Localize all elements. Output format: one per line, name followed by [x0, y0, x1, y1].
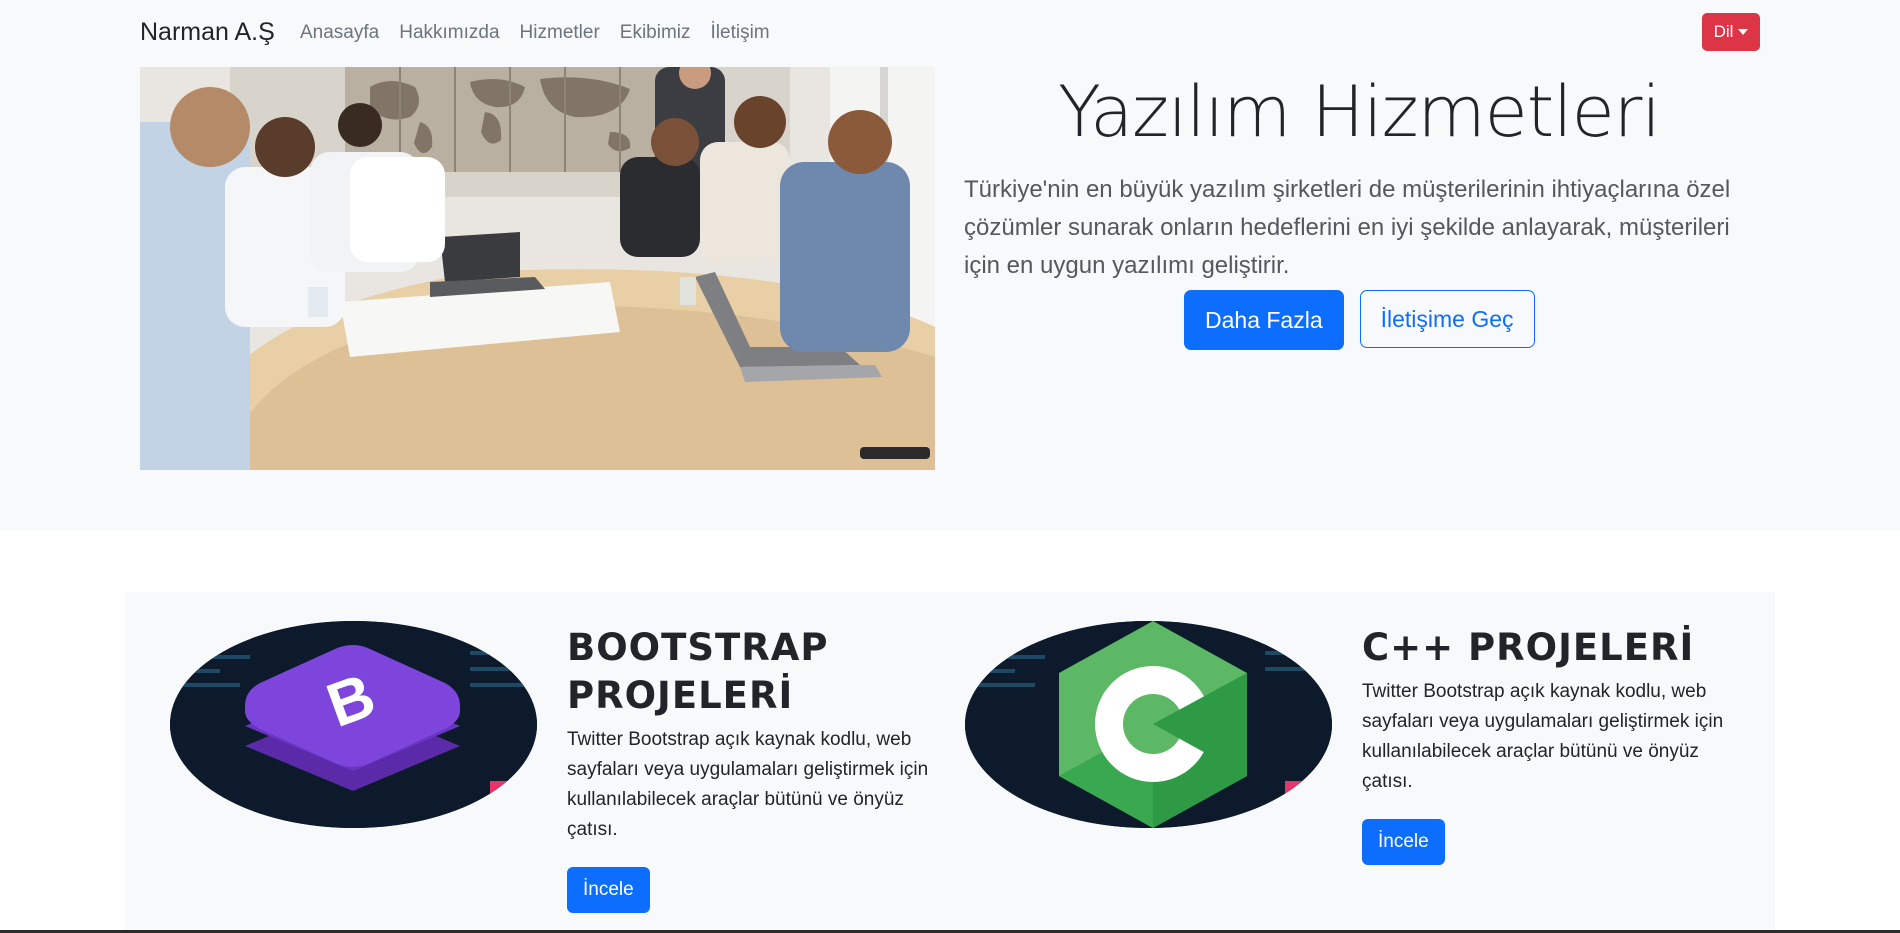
hero-content: Yazılım Hizmetleri Türkiye'nin en büyük …: [964, 67, 1754, 350]
caret-down-icon: [1738, 29, 1749, 35]
hero-image: [140, 67, 935, 470]
cpp-project-title: C++ PROJELERİ: [1362, 626, 1695, 669]
bootstrap-project-image: B: [170, 621, 537, 828]
cpp-project-description: Twitter Bootstrap açık kaynak kodlu, web…: [1362, 681, 1724, 792]
navbar: Narman A.Ş Anasayfa Hakkımızda Hizmetler…: [140, 0, 1760, 66]
hero-buttons: Daha Fazla İletişime Geç: [1184, 290, 1535, 350]
hero-title: Yazılım Hizmetleri: [1058, 71, 1661, 153]
more-button[interactable]: Daha Fazla: [1184, 290, 1344, 350]
bootstrap-project-description: Twitter Bootstrap açık kaynak kodlu, web…: [567, 729, 929, 840]
bootstrap-review-button[interactable]: İncele: [567, 867, 650, 913]
nav-link-hizmetler[interactable]: Hizmetler: [520, 22, 600, 44]
language-dropdown-button[interactable]: Dil: [1702, 13, 1760, 51]
projects-section: B BOOTSTRAP PROJELERİ Twitter Bootstrap …: [125, 592, 1775, 933]
bootstrap-project-title: BOOTSTRAP PROJELERİ: [567, 626, 829, 717]
contact-button[interactable]: İletişime Geç: [1359, 290, 1535, 348]
cpp-review-button[interactable]: İncele: [1362, 819, 1445, 865]
language-button-label: Dil: [1713, 22, 1734, 41]
brand-logo[interactable]: Narman A.Ş: [140, 18, 275, 47]
nav-links: Anasayfa Hakkımızda Hizmetler Ekibimiz İ…: [300, 22, 790, 44]
nav-link-hakkimizda[interactable]: Hakkımızda: [399, 22, 499, 44]
nav-link-ekibimiz[interactable]: Ekibimiz: [620, 22, 691, 44]
hero-lead: Türkiye'nin en büyük yazılım şirketleri …: [964, 176, 1731, 279]
nav-link-anasayfa[interactable]: Anasayfa: [300, 22, 379, 44]
cpp-project-image: [965, 621, 1332, 828]
nav-link-iletisim[interactable]: İletişim: [711, 22, 770, 44]
